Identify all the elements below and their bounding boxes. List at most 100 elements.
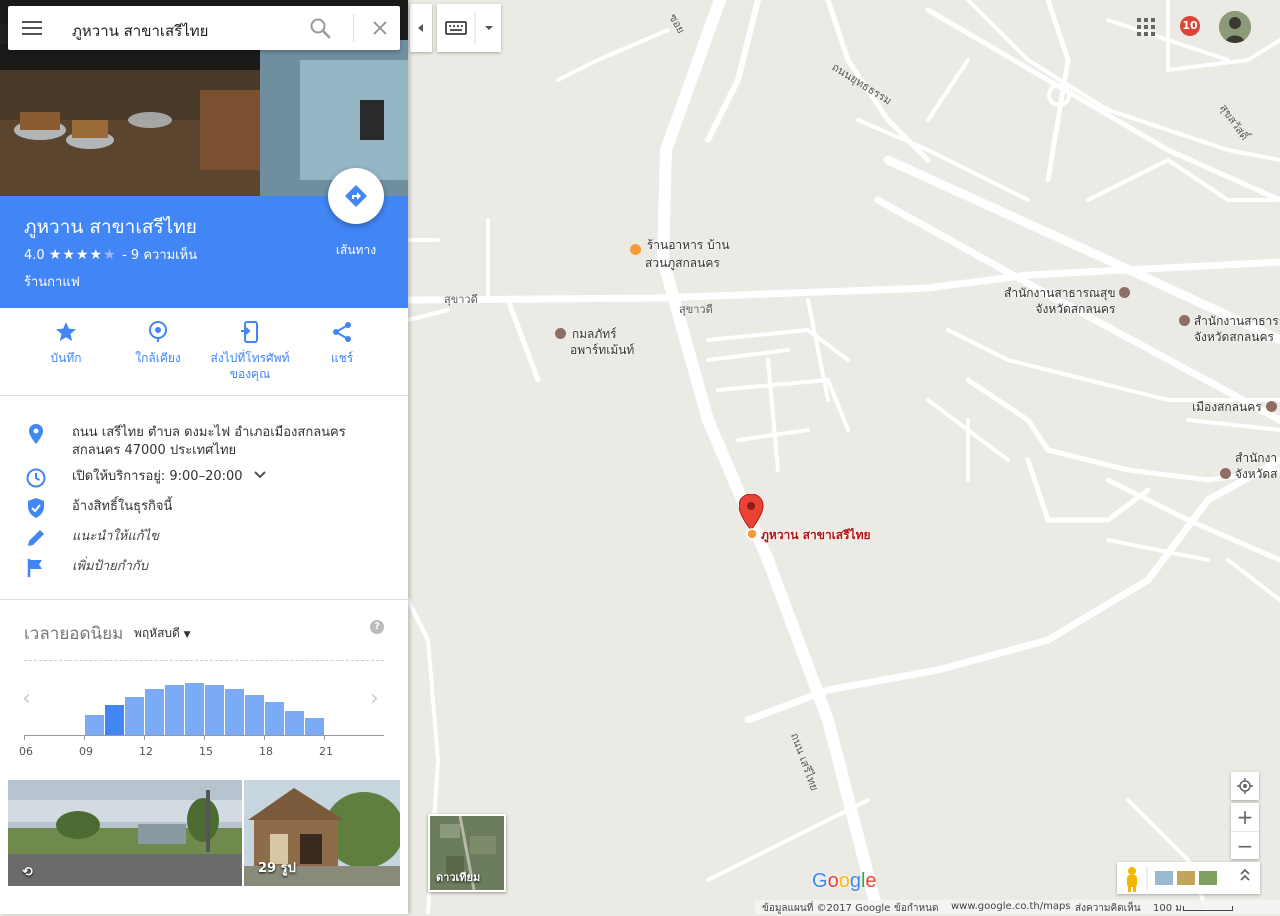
flag-icon [27, 559, 42, 577]
street-view-image [8, 780, 242, 886]
popular-times-bar[interactable] [204, 685, 224, 735]
star-icon: ★ [103, 247, 117, 263]
building-icon [1119, 287, 1131, 298]
chart-tick [264, 735, 265, 740]
save-button[interactable]: บันทึก [16, 320, 116, 366]
google-logo: Google [812, 870, 877, 892]
map-footer: ข้อมูลแผนที่ ©2017 Google ข้อกำหนด www.g… [755, 900, 1280, 914]
chart-tick-label: 15 [199, 745, 213, 758]
search-icon[interactable] [308, 16, 332, 40]
popular-times-bar[interactable] [284, 711, 304, 735]
popular-times-bar[interactable] [244, 695, 264, 735]
help-icon[interactable]: ? [370, 620, 384, 634]
zoom-control: + − [1231, 803, 1259, 859]
map-roads [408, 0, 1280, 914]
search-input[interactable]: ภูหวาน สาขาเสรีไทย [72, 19, 208, 43]
zoom-in-button[interactable]: + [1231, 803, 1259, 831]
claim-business-link: อ้างสิทธิ์ในธุรกิจนี้ [72, 499, 173, 514]
chart-tick [84, 735, 85, 740]
chart-tick [24, 735, 25, 740]
collapse-panel-button[interactable] [410, 4, 432, 52]
popular-times-bar[interactable] [84, 715, 104, 735]
scale-bar [1183, 906, 1233, 911]
popular-times-bar[interactable] [184, 683, 204, 735]
map-toolbar [410, 4, 502, 52]
place-marker-label[interactable]: ภูหวาน สาขาเสรีไทย [761, 526, 871, 545]
chevron-down-icon[interactable] [253, 470, 267, 480]
star-icon: ★ [62, 247, 76, 263]
pegman-icon [1127, 867, 1137, 892]
clock-icon [26, 468, 46, 488]
user-avatar-image [1219, 11, 1251, 43]
location-pin-icon [29, 424, 43, 444]
photo-count: 29 รูป [258, 861, 296, 876]
popular-times-bar[interactable] [304, 718, 324, 735]
chart-tick-label: 09 [79, 745, 93, 758]
chart-divider [24, 660, 384, 661]
map-poi-health-office-1[interactable]: สำนักงานสาธารณสุข จังหวัดสกลนคร [1004, 285, 1131, 317]
chevron-left-icon[interactable]: ‹ [22, 686, 31, 711]
directions-button[interactable] [328, 168, 384, 224]
photo-strip: ⟲ 29 รูป [8, 780, 400, 886]
rating-value: 4.0 [24, 248, 45, 263]
pencil-icon [28, 530, 44, 546]
chart-tick [324, 735, 325, 740]
popular-times-bar[interactable] [224, 689, 244, 735]
map-canvas[interactable]: ร้านอาหาร บ้าน สวนภูสกลนคร กมลภัทร์ อพาร… [408, 0, 1280, 914]
building-icon [1265, 401, 1277, 412]
maps-url-link[interactable]: www.google.co.th/maps [951, 901, 1071, 912]
verified-shield-icon [28, 498, 44, 518]
street-view-photo[interactable]: ⟲ [8, 780, 242, 886]
popular-times-bar[interactable] [124, 697, 144, 735]
satellite-toggle[interactable]: ดาวเทียม [428, 814, 506, 892]
road-label-sukhawadi: สุขาวดี [679, 303, 713, 316]
my-location-button[interactable] [1231, 772, 1259, 800]
place-info: ถนน เสรีไทย ตำบล ดงมะไฟ อำเภอเมืองสกลนคร… [0, 396, 408, 600]
input-tools-button[interactable] [437, 4, 501, 52]
star-icon: ★ [75, 247, 90, 263]
popular-times-bar[interactable] [144, 689, 164, 735]
caret-left-icon [418, 24, 423, 32]
road-label-sukhawadi: สุขาวดี [444, 293, 478, 306]
place-category[interactable]: ร้านกาแฟ [24, 271, 80, 292]
directions-label[interactable]: เส้นทาง [320, 241, 392, 260]
map-poi-office-3[interactable]: สำนักงา จังหวัดส [1220, 450, 1277, 482]
close-icon[interactable] [368, 16, 392, 40]
popular-times-day-select[interactable]: พฤหัสบดี ▼ [134, 624, 191, 643]
place-rating: 4.0 ★★★★★ - 9 ความเห็น [24, 244, 197, 265]
map-poi-restaurant[interactable]: ร้านอาหาร บ้าน สวนภูสกลนคร [630, 237, 730, 271]
send-to-phone-button[interactable]: ส่งไปที่โทรศัพท์ ของคุณ [200, 320, 300, 382]
avatar[interactable] [1219, 11, 1251, 43]
dropdown-arrow-icon: ▼ [183, 630, 191, 640]
chevron-right-icon[interactable]: › [370, 686, 379, 711]
send-to-phone-icon [241, 321, 258, 343]
restaurant-icon [630, 244, 641, 255]
popular-times-title: เวลายอดนิยม [24, 624, 124, 644]
directions-icon [345, 185, 367, 207]
review-count-link[interactable]: - 9 ความเห็น [122, 248, 197, 263]
imagery-strip [1117, 862, 1260, 894]
popular-times-bar[interactable] [104, 705, 124, 735]
map-poi-apartment[interactable]: กมลภัทร์ อพาร์ทเม้นท์ [555, 326, 634, 358]
popular-times-bar[interactable] [164, 685, 184, 735]
map-poi-mueang[interactable]: เมืองสกลนคร [1192, 399, 1277, 415]
nearby-button[interactable]: ใกล้เคียง [108, 320, 208, 366]
address-line-1: ถนน เสรีไทย ตำบล ดงมะไฟ อำเภอเมืองสกลนคร [72, 425, 346, 440]
photos-thumbnail[interactable]: 29 รูป [244, 780, 400, 886]
menu-icon[interactable] [20, 18, 44, 38]
my-location-icon [1237, 778, 1253, 794]
nearby-icon [149, 321, 167, 342]
map-poi-health-office-2[interactable]: สำนักงานสาธารณ จังหวัดสกลนคร [1179, 313, 1280, 345]
chart-tick [144, 735, 145, 740]
search-divider [353, 14, 354, 42]
notifications-badge[interactable]: 10 [1180, 16, 1200, 36]
apps-grid-icon[interactable] [1137, 18, 1155, 36]
chart-tick-label: 06 [19, 745, 33, 758]
popular-times-bar[interactable] [264, 702, 284, 735]
share-icon [333, 322, 351, 342]
rating-stars: ★★★★★ [49, 247, 122, 263]
share-button[interactable]: แชร์ [292, 320, 392, 366]
address-line-2: สกลนคร 47000 ประเทศไทย [72, 443, 237, 458]
zoom-out-button[interactable]: − [1231, 831, 1259, 859]
hours-text: เปิดให้บริการอยู่: 9:00–20:00 [72, 469, 243, 484]
